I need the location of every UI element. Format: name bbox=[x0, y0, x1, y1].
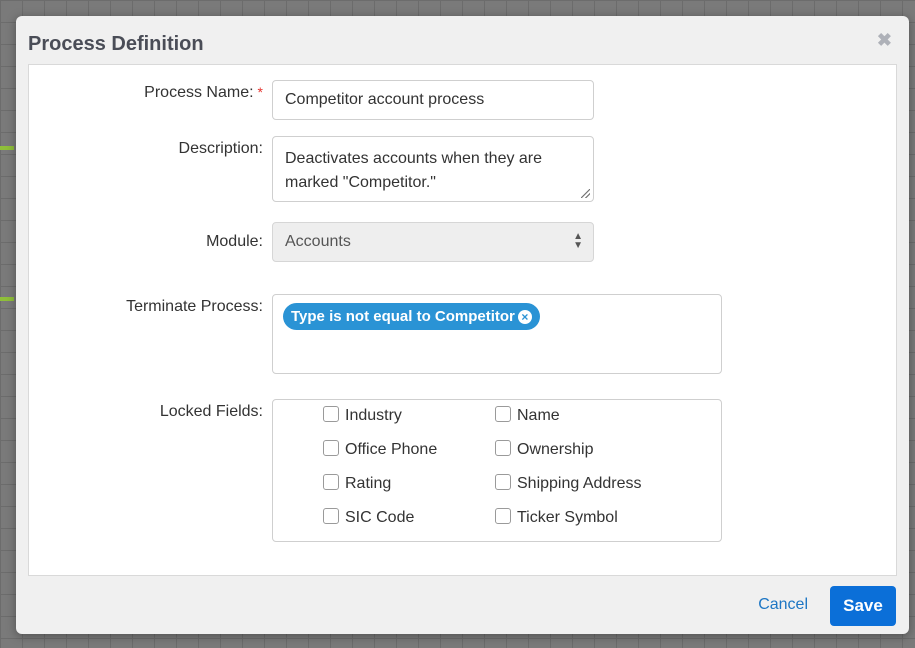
checkbox[interactable] bbox=[495, 474, 511, 490]
checkbox[interactable] bbox=[495, 440, 511, 456]
checkbox-sic-code[interactable]: SIC Code bbox=[323, 507, 414, 529]
dialog-title: Process Definition bbox=[28, 33, 204, 55]
resize-handle[interactable] bbox=[581, 189, 590, 198]
checkbox-label: SIC Code bbox=[345, 509, 415, 526]
checkbox-ticker-symbol[interactable]: Ticker Symbol bbox=[495, 507, 618, 529]
description-text: Deactivates accounts when they are marke… bbox=[285, 150, 543, 191]
checkbox[interactable] bbox=[323, 508, 339, 524]
module-label: Module: bbox=[206, 233, 263, 250]
checkbox[interactable] bbox=[495, 406, 511, 422]
terminate-process-field[interactable]: Type is not equal to Competitor × bbox=[272, 294, 722, 374]
checkbox-label: Ownership bbox=[517, 441, 594, 458]
dialog-header: Process Definition ✖ bbox=[16, 16, 909, 64]
checkbox-label: Shipping Address bbox=[517, 475, 642, 492]
background-accent bbox=[0, 297, 14, 301]
checkbox-label: Office Phone bbox=[345, 441, 438, 458]
locked-fields-label: Locked Fields: bbox=[159, 403, 263, 420]
cancel-button[interactable]: Cancel bbox=[758, 596, 808, 614]
checkbox-label: Name bbox=[517, 407, 560, 424]
checkbox-ownership[interactable]: Ownership bbox=[495, 439, 593, 461]
checkbox-industry[interactable]: Industry bbox=[323, 405, 402, 427]
checkbox-shipping-address[interactable]: Shipping Address bbox=[495, 473, 642, 495]
description-textarea[interactable]: Deactivates accounts when they are marke… bbox=[272, 136, 594, 202]
checkbox[interactable] bbox=[495, 508, 511, 524]
terminate-process-label: Terminate Process: bbox=[126, 298, 263, 315]
checkbox-label: Ticker Symbol bbox=[517, 509, 618, 526]
checkbox[interactable] bbox=[323, 474, 339, 490]
checkbox-name[interactable]: Name bbox=[495, 405, 560, 427]
condition-tag[interactable]: Type is not equal to Competitor × bbox=[283, 303, 540, 330]
description-label: Description: bbox=[178, 140, 263, 157]
checkbox-label: Industry bbox=[345, 407, 402, 424]
process-name-label: Process Name: * bbox=[144, 84, 263, 101]
locked-fields-group: Industry Name Office Phone Ownership Rat… bbox=[272, 399, 722, 542]
process-definition-dialog: Process Definition ✖ Process Name: * Comp… bbox=[16, 16, 909, 634]
checkbox[interactable] bbox=[323, 406, 339, 422]
dialog-body: Process Name: * Competitor account proces… bbox=[28, 64, 897, 576]
module-selected-value: Accounts bbox=[285, 233, 351, 250]
close-icon[interactable]: ✖ bbox=[877, 30, 892, 51]
checkbox-office-phone[interactable]: Office Phone bbox=[323, 439, 437, 461]
save-button[interactable]: Save bbox=[830, 586, 896, 626]
condition-tag-label: Type is not equal to Competitor bbox=[291, 308, 515, 325]
checkbox[interactable] bbox=[323, 440, 339, 456]
process-name-input[interactable]: Competitor account process bbox=[272, 80, 594, 120]
background-accent bbox=[0, 146, 14, 150]
module-select[interactable]: Accounts ▲ ▼ bbox=[272, 222, 594, 262]
required-marker: * bbox=[257, 84, 263, 100]
checkbox-rating[interactable]: Rating bbox=[323, 473, 391, 495]
select-arrows-icon: ▲ ▼ bbox=[573, 231, 583, 251]
remove-tag-icon[interactable]: × bbox=[517, 310, 532, 324]
checkbox-label: Rating bbox=[345, 475, 392, 492]
